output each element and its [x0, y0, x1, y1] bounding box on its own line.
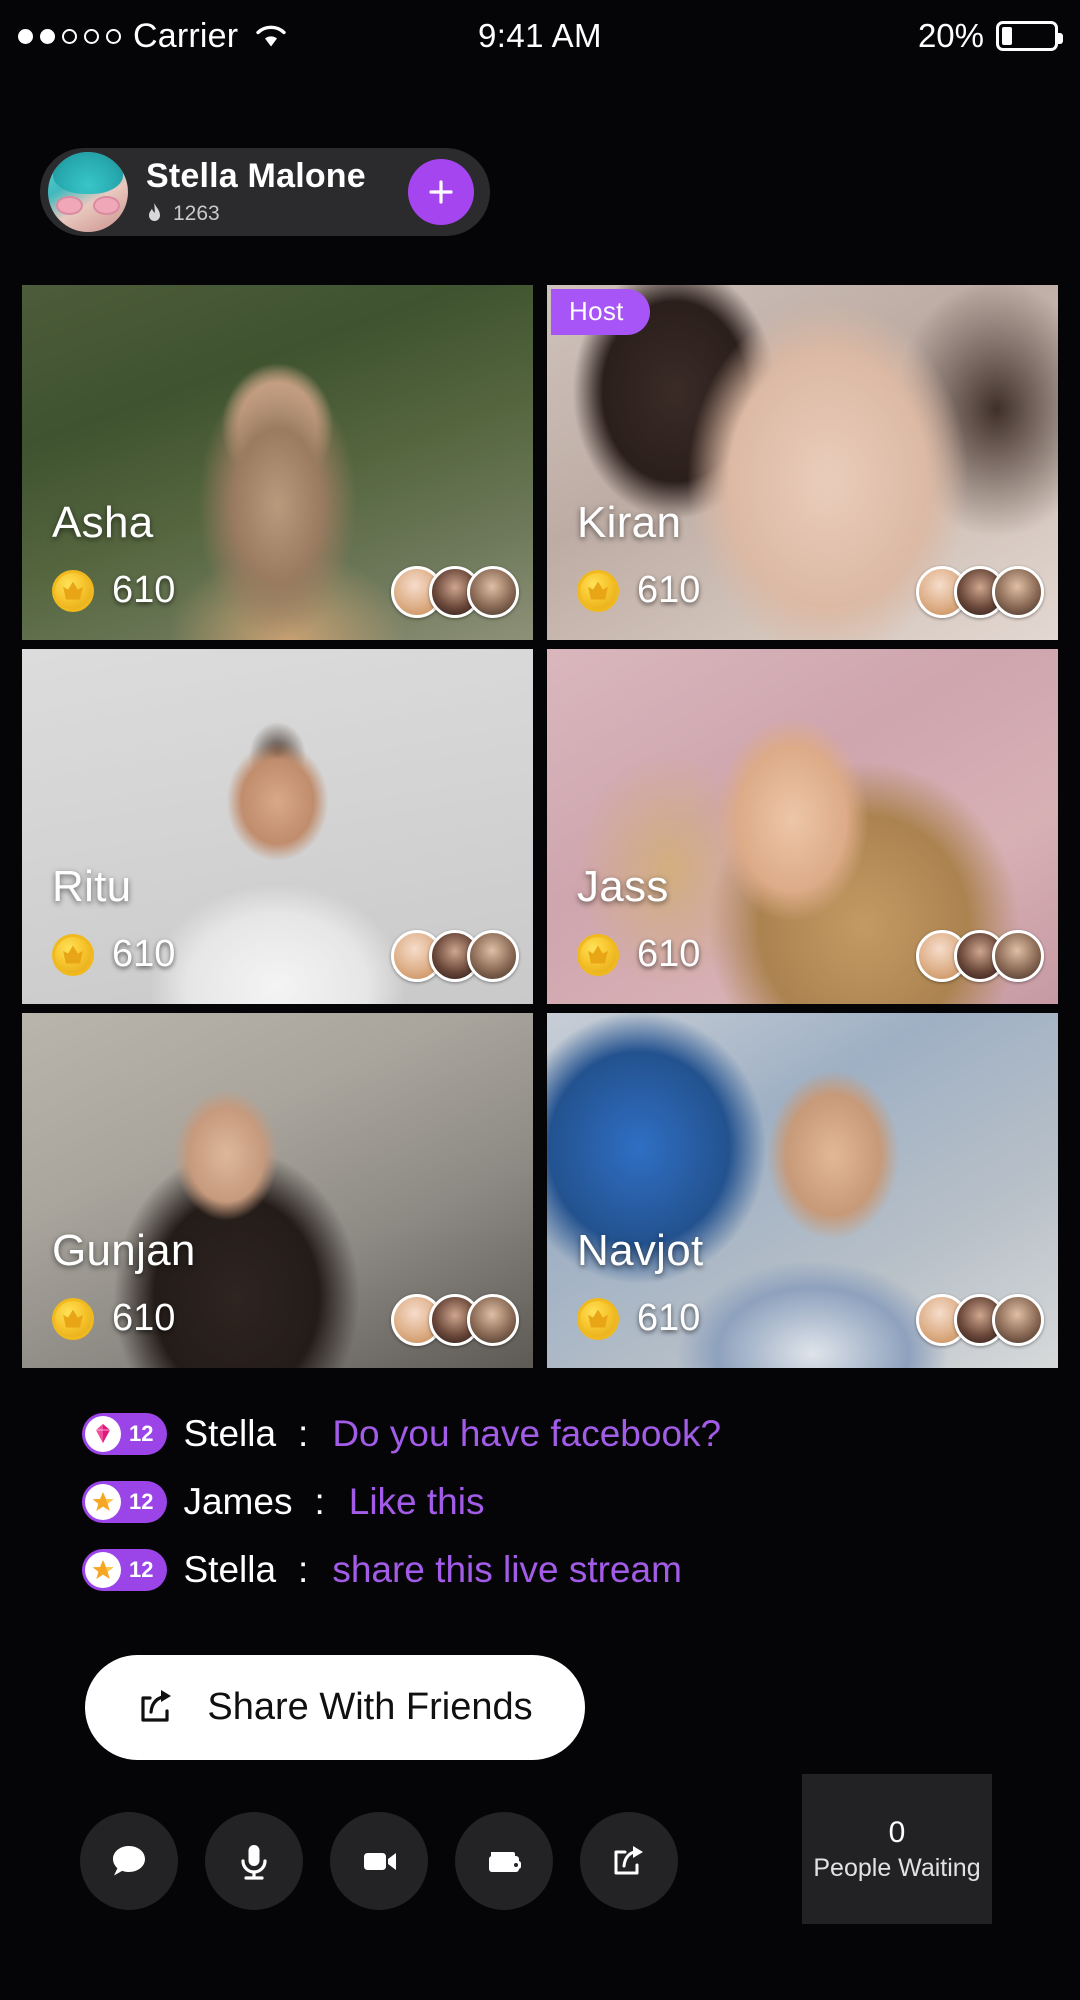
video-tile[interactable]: Host Kiran 610: [547, 285, 1058, 640]
participant-coin-count: 610: [112, 569, 176, 611]
level-badge: 12: [82, 1549, 168, 1591]
level-badge: 12: [82, 1413, 168, 1455]
waiting-count: 0: [888, 1815, 906, 1849]
video-button[interactable]: [330, 1812, 428, 1910]
viewer-avatars[interactable]: [391, 930, 519, 982]
chat-sender-name: Stella: [183, 1413, 277, 1454]
chat-message-row[interactable]: 12 Stella: share this live stream: [0, 1536, 1080, 1604]
participant-coin-row: 610: [52, 569, 175, 612]
chat-message-row[interactable]: 12 James: Like this: [0, 1468, 1080, 1536]
video-camera-icon: [364, 1853, 396, 1870]
microphone-icon: [241, 1845, 267, 1880]
participant-coin-row: 610: [577, 933, 700, 976]
level-number: 12: [129, 1489, 154, 1514]
participant-coin-row: 610: [577, 1297, 700, 1340]
participant-coin-count: 610: [637, 569, 701, 611]
bottom-toolbar: [80, 1812, 678, 1910]
chat-separator: :: [314, 1481, 325, 1522]
level-number: 12: [129, 1421, 154, 1446]
participant-coin-row: 610: [52, 933, 175, 976]
video-tile[interactable]: Navjot 610: [547, 1013, 1058, 1368]
viewer-avatar[interactable]: [992, 566, 1044, 618]
avatar[interactable]: [48, 152, 128, 232]
star-icon: [92, 1560, 114, 1579]
diamond-icon: [96, 1424, 110, 1443]
chat-sender-name: Stella: [183, 1549, 277, 1590]
viewer-avatar[interactable]: [467, 566, 519, 618]
video-grid: Asha 610 Host Kiran 610 Ritu 610 Jass 610 Gunjan 6…: [22, 285, 1058, 1368]
viewer-avatars[interactable]: [916, 566, 1044, 618]
flame-icon: [146, 202, 163, 225]
chat-message-text: Like this: [348, 1481, 485, 1522]
viewer-avatars[interactable]: [916, 1294, 1044, 1346]
user-meta: Stella Malone 1263: [146, 157, 408, 226]
chat-message-row[interactable]: 12 Stella: Do you have facebook?: [0, 1400, 1080, 1468]
participant-name: Asha: [52, 498, 154, 547]
viewer-avatar[interactable]: [467, 930, 519, 982]
share-icon: [614, 1846, 643, 1875]
viewer-avatars[interactable]: [391, 1294, 519, 1346]
chat-message-text: Do you have facebook?: [332, 1413, 722, 1454]
level-badge: 12: [82, 1481, 168, 1523]
participant-name: Gunjan: [52, 1226, 196, 1275]
people-waiting-panel: 0 People Waiting: [802, 1774, 992, 1924]
status-bar-right: 20%: [917, 17, 1063, 55]
participant-coin-count: 610: [112, 1297, 176, 1339]
participant-coin-count: 610: [637, 933, 701, 975]
participant-name: Kiran: [577, 498, 682, 547]
page-title: Stella Malone: [146, 157, 366, 196]
battery-icon: [996, 21, 1063, 51]
video-tile[interactable]: Asha 610: [22, 285, 533, 640]
user-profile-pill[interactable]: Stella Malone 1263: [40, 148, 490, 236]
chat-bubble-icon: [113, 1846, 145, 1876]
star-icon: [92, 1492, 114, 1511]
video-tile[interactable]: Jass 610: [547, 649, 1058, 1004]
microphone-button[interactable]: [205, 1812, 303, 1910]
chat-separator: :: [298, 1549, 309, 1590]
wallet-button[interactable]: [455, 1812, 553, 1910]
video-tile[interactable]: Gunjan 610: [22, 1013, 533, 1368]
participant-name: Jass: [577, 862, 669, 911]
participant-coin-count: 610: [637, 1297, 701, 1339]
battery-percent-label: 20%: [917, 17, 984, 54]
level-number: 12: [129, 1557, 154, 1582]
coin-icon: [52, 569, 94, 612]
chat-list: 12 Stella: Do you have facebook? 12 James: L…: [0, 1400, 1080, 1604]
viewer-avatar[interactable]: [992, 1294, 1044, 1346]
participant-coin-row: 610: [577, 569, 700, 612]
add-button[interactable]: [408, 159, 474, 225]
participant-coin-row: 610: [52, 1297, 175, 1340]
star-icon: [85, 1484, 121, 1520]
chat-message-text: share this live stream: [332, 1549, 682, 1590]
coin-icon: [577, 569, 619, 612]
coin-icon: [52, 933, 94, 976]
viewer-avatars[interactable]: [391, 566, 519, 618]
star-icon: [85, 1552, 121, 1588]
viewer-avatar[interactable]: [467, 1294, 519, 1346]
share-button[interactable]: [580, 1812, 678, 1910]
coin-icon: [52, 1297, 94, 1340]
participant-coin-count: 610: [112, 933, 176, 975]
viewer-avatar[interactable]: [992, 930, 1044, 982]
coin-icon: [577, 1297, 619, 1340]
participant-name: Navjot: [577, 1226, 704, 1275]
diamond-icon: [85, 1416, 121, 1452]
chat-separator: :: [298, 1413, 309, 1454]
chat-sender-name: James: [183, 1481, 293, 1522]
viewer-avatars[interactable]: [916, 930, 1044, 982]
share-button-label: Share With Friends: [207, 1686, 533, 1728]
status-bar: Carrier 9:41 AM 20%: [0, 0, 1080, 72]
participant-name: Ritu: [52, 862, 132, 911]
wallet-icon: [489, 1852, 521, 1872]
chat-button[interactable]: [80, 1812, 178, 1910]
waiting-label: People Waiting: [813, 1853, 981, 1882]
share-with-friends-button[interactable]: Share With Friends: [85, 1655, 585, 1760]
video-tile[interactable]: Ritu 610: [22, 649, 533, 1004]
user-coin-row: 1263: [146, 202, 408, 226]
user-coin-count: 1263: [173, 201, 220, 225]
host-badge: Host: [551, 289, 650, 335]
coin-icon: [577, 933, 619, 976]
share-icon: [137, 1685, 177, 1730]
plus-icon: [429, 180, 453, 204]
